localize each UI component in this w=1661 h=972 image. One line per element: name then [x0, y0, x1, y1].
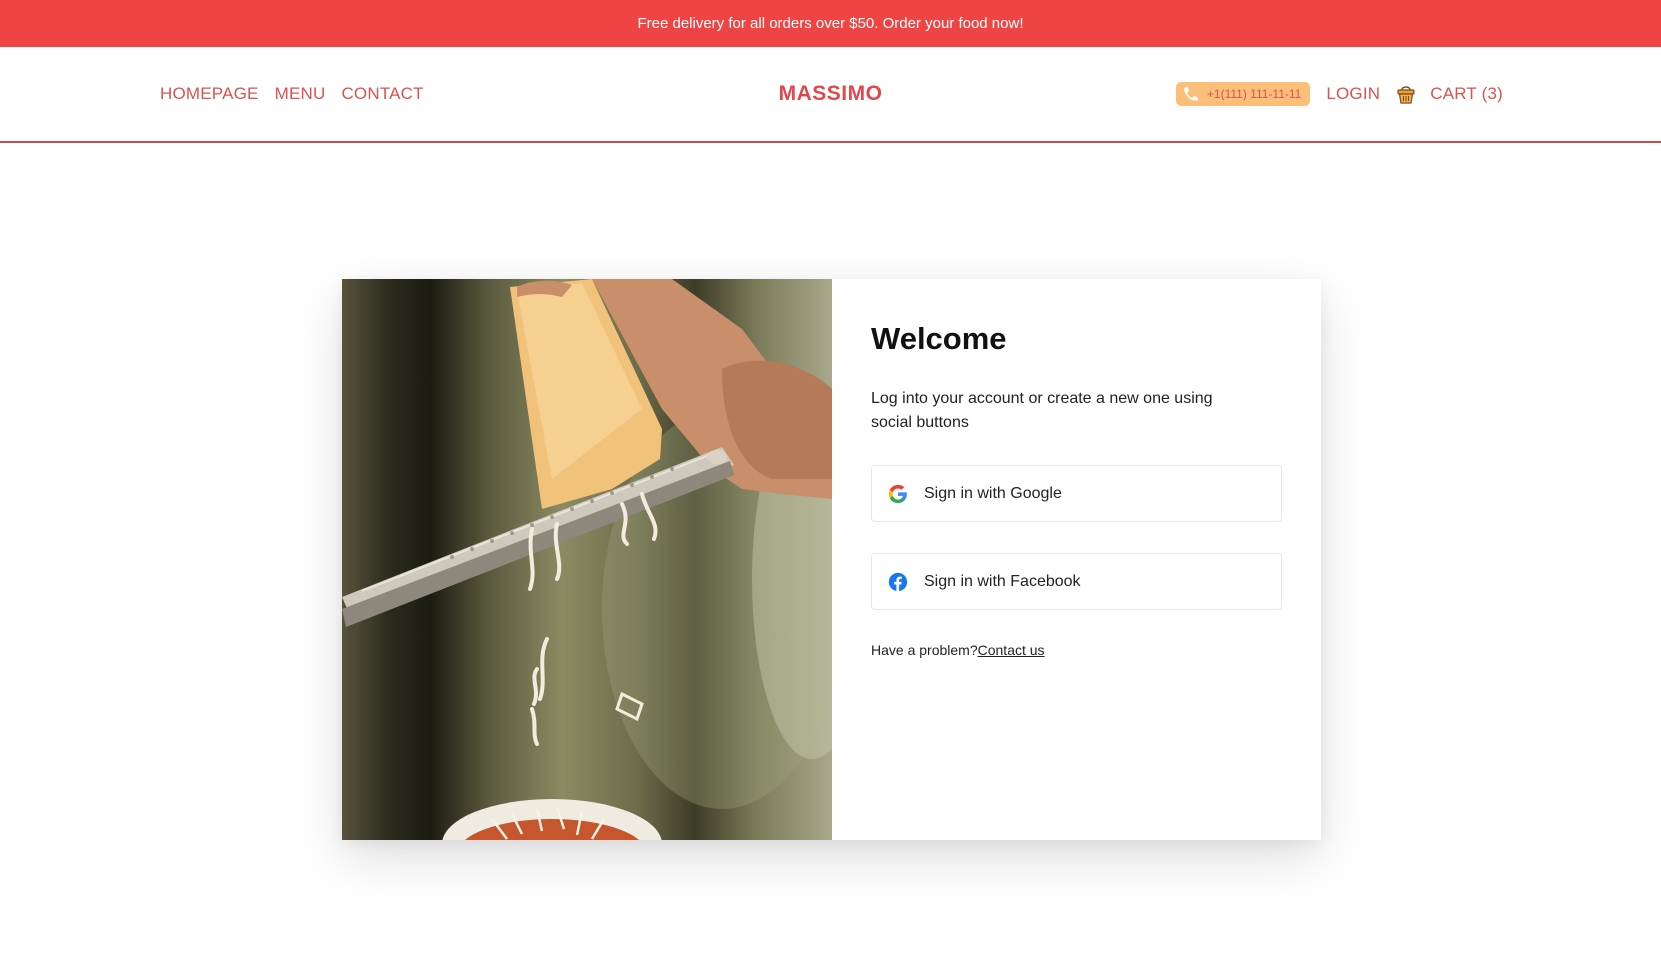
facebook-signin-button[interactable]: Sign in with Facebook [871, 553, 1282, 610]
welcome-description: Log into your account or create a new on… [871, 390, 1213, 431]
google-signin-label: Sign in with Google [924, 484, 1062, 502]
help-line: Have a problem?Contact us [871, 642, 1282, 658]
site-header: HOMEPAGE MENU CONTACT MASSIMO +1(111) 11… [0, 47, 1661, 143]
cheese-grating-photo [342, 279, 832, 840]
primary-nav: HOMEPAGE MENU CONTACT [160, 47, 424, 141]
cart-link[interactable]: CART (3) [1396, 83, 1503, 105]
promo-text: Free delivery for all orders over $50. O… [637, 15, 1024, 32]
cart-label: CART (3) [1430, 84, 1503, 103]
phone-number: +1(111) 111-11-11 [1206, 87, 1302, 101]
phone-badge[interactable]: +1(111) 111-11-11 [1175, 82, 1311, 106]
nav-contact[interactable]: CONTACT [341, 84, 423, 104]
nav-homepage[interactable]: HOMEPAGE [160, 84, 259, 104]
google-icon [888, 484, 908, 504]
login-card: Welcome Log into your account or create … [342, 279, 1321, 840]
google-signin-button[interactable]: Sign in with Google [871, 465, 1282, 522]
promo-banner: Free delivery for all orders over $50. O… [0, 0, 1661, 47]
nav-menu[interactable]: MENU [275, 84, 326, 104]
phone-icon [1181, 85, 1201, 103]
login-panel: Welcome Log into your account or create … [832, 279, 1321, 840]
account-nav: +1(111) 111-11-11 LOGIN CART (3) [1175, 47, 1503, 141]
welcome-title: Welcome [871, 321, 1007, 356]
facebook-icon [888, 572, 908, 592]
problem-text: Have a problem? [871, 642, 978, 658]
cart-icon [1396, 83, 1416, 105]
contact-us-link[interactable]: Contact us [978, 642, 1045, 658]
login-link[interactable]: LOGIN [1326, 84, 1380, 104]
facebook-signin-label: Sign in with Facebook [924, 572, 1081, 590]
